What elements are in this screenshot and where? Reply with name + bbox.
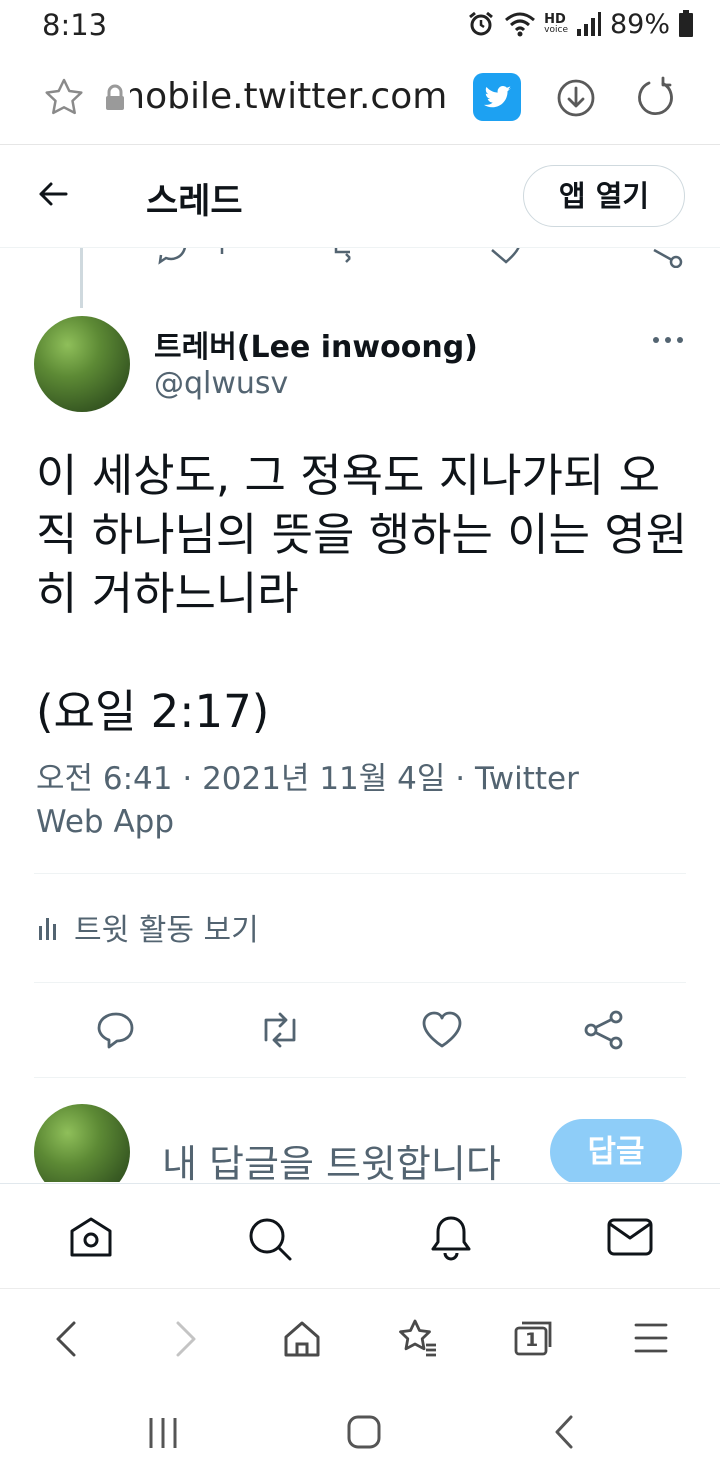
bookmarks-icon[interactable] (396, 1317, 440, 1359)
messages-icon[interactable] (606, 1217, 654, 1257)
back-icon[interactable] (52, 1319, 80, 1359)
open-app-button[interactable]: 앱 열기 (523, 165, 685, 227)
menu-icon[interactable] (634, 1321, 668, 1355)
recent-apps-icon[interactable] (146, 1416, 180, 1450)
my-avatar (34, 1104, 130, 1182)
analytics-label: 트윗 활동 보기 (74, 913, 259, 948)
thread-header: 스레드 앱 열기 (0, 145, 720, 248)
reload-icon[interactable] (632, 74, 680, 122)
divider (34, 982, 686, 983)
twitter-bird-icon[interactable] (473, 73, 521, 121)
author-avatar[interactable] (34, 316, 130, 412)
reply-icon[interactable] (94, 1008, 138, 1052)
hd-voice-icon: HD voice (544, 13, 568, 35)
author-name[interactable]: 트레버(Lee inwoong) (154, 322, 478, 366)
tabs-button[interactable]: 1 (512, 1319, 556, 1359)
system-back-icon[interactable] (552, 1414, 576, 1450)
share-icon[interactable] (582, 1008, 626, 1052)
reply-button[interactable]: 답글 (550, 1119, 682, 1182)
battery-percentage: 89% (609, 8, 670, 40)
previous-tweet-actions (150, 248, 690, 268)
url-text: mobile.twitter.com (130, 76, 448, 117)
star-icon[interactable] (40, 74, 88, 122)
divider (34, 1077, 686, 1078)
signal-icon (576, 11, 602, 37)
more-options-icon[interactable] (650, 330, 686, 350)
tweet-analytics-link[interactable]: 트윗 활동 보기 (36, 904, 259, 950)
like-icon[interactable] (420, 1010, 464, 1050)
status-time: 8:13 (42, 8, 108, 42)
home-icon[interactable] (282, 1319, 322, 1359)
voice-label: voice (544, 25, 568, 35)
author-handle[interactable]: @qlwusv (154, 366, 288, 401)
analytics-icon (36, 912, 64, 942)
notifications-icon[interactable] (428, 1214, 474, 1262)
thread-connector-line (80, 248, 83, 308)
tweet-text: 이 세상도, 그 정욕도 지나가되 오직 하나님의 뜻을 행하는 이는 영원히 … (36, 449, 688, 738)
battery-icon (678, 10, 694, 38)
download-icon[interactable] (552, 74, 600, 122)
back-arrow-icon[interactable] (36, 177, 70, 211)
reply-input[interactable]: 내 답글을 트윗합니다 (162, 1133, 501, 1182)
retweet-icon[interactable] (256, 1008, 304, 1052)
forward-icon[interactable] (172, 1319, 200, 1359)
status-bar: 8:13 HD voice 89% (0, 0, 720, 50)
tweet-timestamp[interactable]: 오전 6:41 · 2021년 11월 4일 · Twitter Web App (36, 758, 656, 844)
divider (34, 873, 686, 874)
tab-count: 1 (525, 1329, 539, 1351)
wifi-icon (504, 10, 536, 38)
search-icon[interactable] (246, 1215, 294, 1263)
reply-composer: 내 답글을 트윗합니다 답글 (0, 1092, 720, 1182)
url-field[interactable]: mobile.twitter.com (130, 76, 460, 117)
alarm-icon (466, 9, 496, 39)
home-button-icon[interactable] (346, 1414, 382, 1450)
twitter-bottom-nav (0, 1183, 720, 1288)
lock-icon (104, 84, 126, 112)
home-icon[interactable] (68, 1215, 114, 1261)
system-nav-bar (0, 1392, 720, 1480)
page-title: 스레드 (146, 182, 243, 222)
status-icons: HD voice 89% (466, 8, 694, 40)
browser-url-bar: mobile.twitter.com (0, 52, 720, 145)
browser-bottom-nav: 1 (0, 1288, 720, 1393)
